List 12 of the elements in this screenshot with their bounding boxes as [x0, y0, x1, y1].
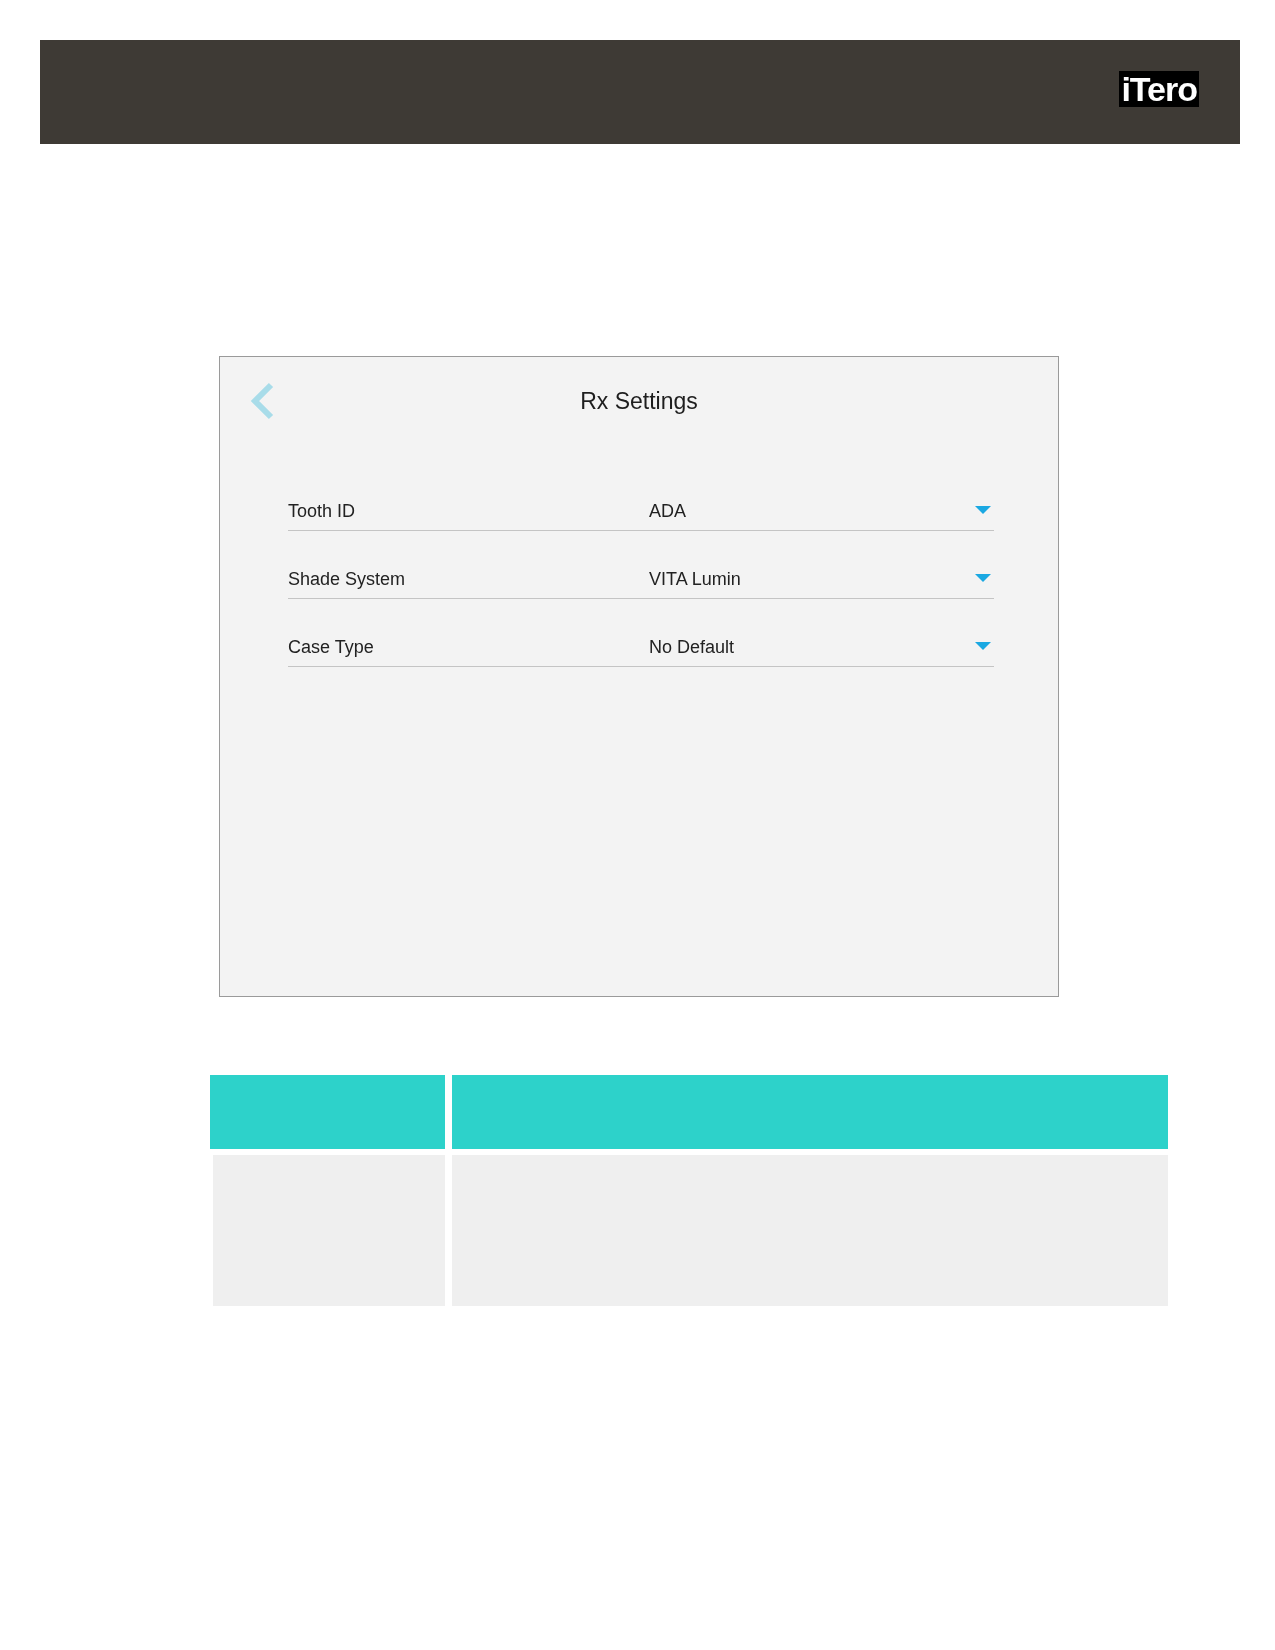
setting-label: Tooth ID	[288, 500, 357, 522]
setting-label: Shade System	[288, 568, 407, 590]
panel-title: Rx Settings	[580, 387, 698, 416]
caret-icon	[975, 574, 991, 582]
setting-label: Case Type	[288, 636, 375, 658]
back-icon[interactable]	[249, 382, 275, 420]
caret-icon	[975, 642, 991, 650]
caret-icon	[975, 506, 991, 514]
logo: iTero	[1119, 71, 1199, 107]
dropdown[interactable]: ADA	[649, 500, 991, 522]
dropdown[interactable]: VITA Lumin	[649, 568, 991, 590]
dropdown[interactable]: No Default	[649, 636, 991, 658]
